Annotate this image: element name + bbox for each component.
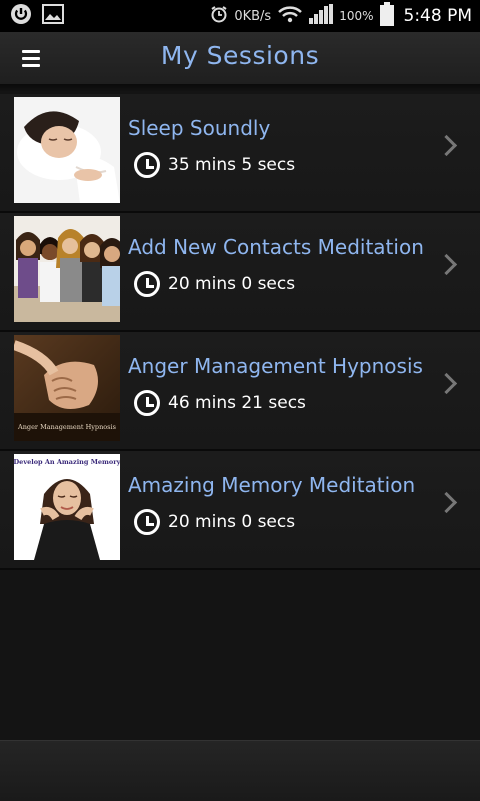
- session-list: Sleep Soundly 35 mins 5 secs Add New Con…: [0, 94, 480, 570]
- duration-text: 46 mins 21 secs: [168, 393, 306, 413]
- clock-icon: [134, 509, 160, 535]
- session-thumbnail: Anger Management Hypnosis: [14, 335, 120, 441]
- session-duration: 46 mins 21 secs: [134, 390, 306, 416]
- session-title: Sleep Soundly: [128, 116, 271, 140]
- session-row[interactable]: Add New Contacts Meditation 20 mins 0 se…: [0, 213, 480, 332]
- signal-icon: [309, 4, 334, 28]
- image-icon: [42, 4, 64, 28]
- data-rate: 0KB/s: [234, 8, 272, 24]
- thumbnail-caption: Anger Management Hypnosis: [17, 423, 116, 431]
- session-duration: 20 mins 0 secs: [134, 271, 295, 297]
- clock-icon: [134, 390, 160, 416]
- chevron-right-icon: [435, 491, 458, 514]
- session-duration: 20 mins 0 secs: [134, 509, 295, 535]
- session-title: Anger Management Hypnosis: [128, 354, 423, 378]
- battery-level: 100%: [339, 9, 374, 23]
- session-row[interactable]: Sleep Soundly 35 mins 5 secs: [0, 94, 480, 213]
- duration-text: 35 mins 5 secs: [168, 155, 296, 175]
- chevron-right-icon: [435, 372, 458, 395]
- chevron-right-icon: [435, 253, 458, 276]
- session-row[interactable]: Develop An Amazing Memory Amazing Memory…: [0, 451, 480, 570]
- footer-bar: [0, 740, 480, 801]
- page-title: My Sessions: [160, 41, 320, 70]
- duration-text: 20 mins 0 secs: [168, 512, 296, 532]
- session-duration: 35 mins 5 secs: [134, 152, 295, 178]
- clock-icon: [134, 271, 160, 297]
- wifi-icon: [277, 5, 303, 27]
- session-row[interactable]: Anger Management Hypnosis Anger Manageme…: [0, 332, 480, 451]
- status-bar: 0KB/s 100% 5:48 PM: [0, 0, 480, 32]
- session-thumbnail: [14, 97, 120, 203]
- alarm-icon: [210, 5, 228, 27]
- header-divider: [0, 84, 480, 92]
- app-header: My Sessions: [0, 32, 480, 85]
- session-title: Amazing Memory Meditation: [128, 473, 416, 497]
- session-title: Add New Contacts Meditation: [128, 235, 424, 259]
- duration-text: 20 mins 0 secs: [168, 274, 296, 294]
- power-icon: [10, 3, 32, 29]
- chevron-right-icon: [435, 134, 458, 157]
- thumbnail-caption: Develop An Amazing Memory: [14, 458, 120, 466]
- clock-time: 5:48 PM: [403, 6, 473, 26]
- clock-icon: [134, 152, 160, 178]
- session-thumbnail: [14, 216, 120, 322]
- battery-icon: [379, 2, 394, 30]
- session-thumbnail: Develop An Amazing Memory: [14, 454, 120, 560]
